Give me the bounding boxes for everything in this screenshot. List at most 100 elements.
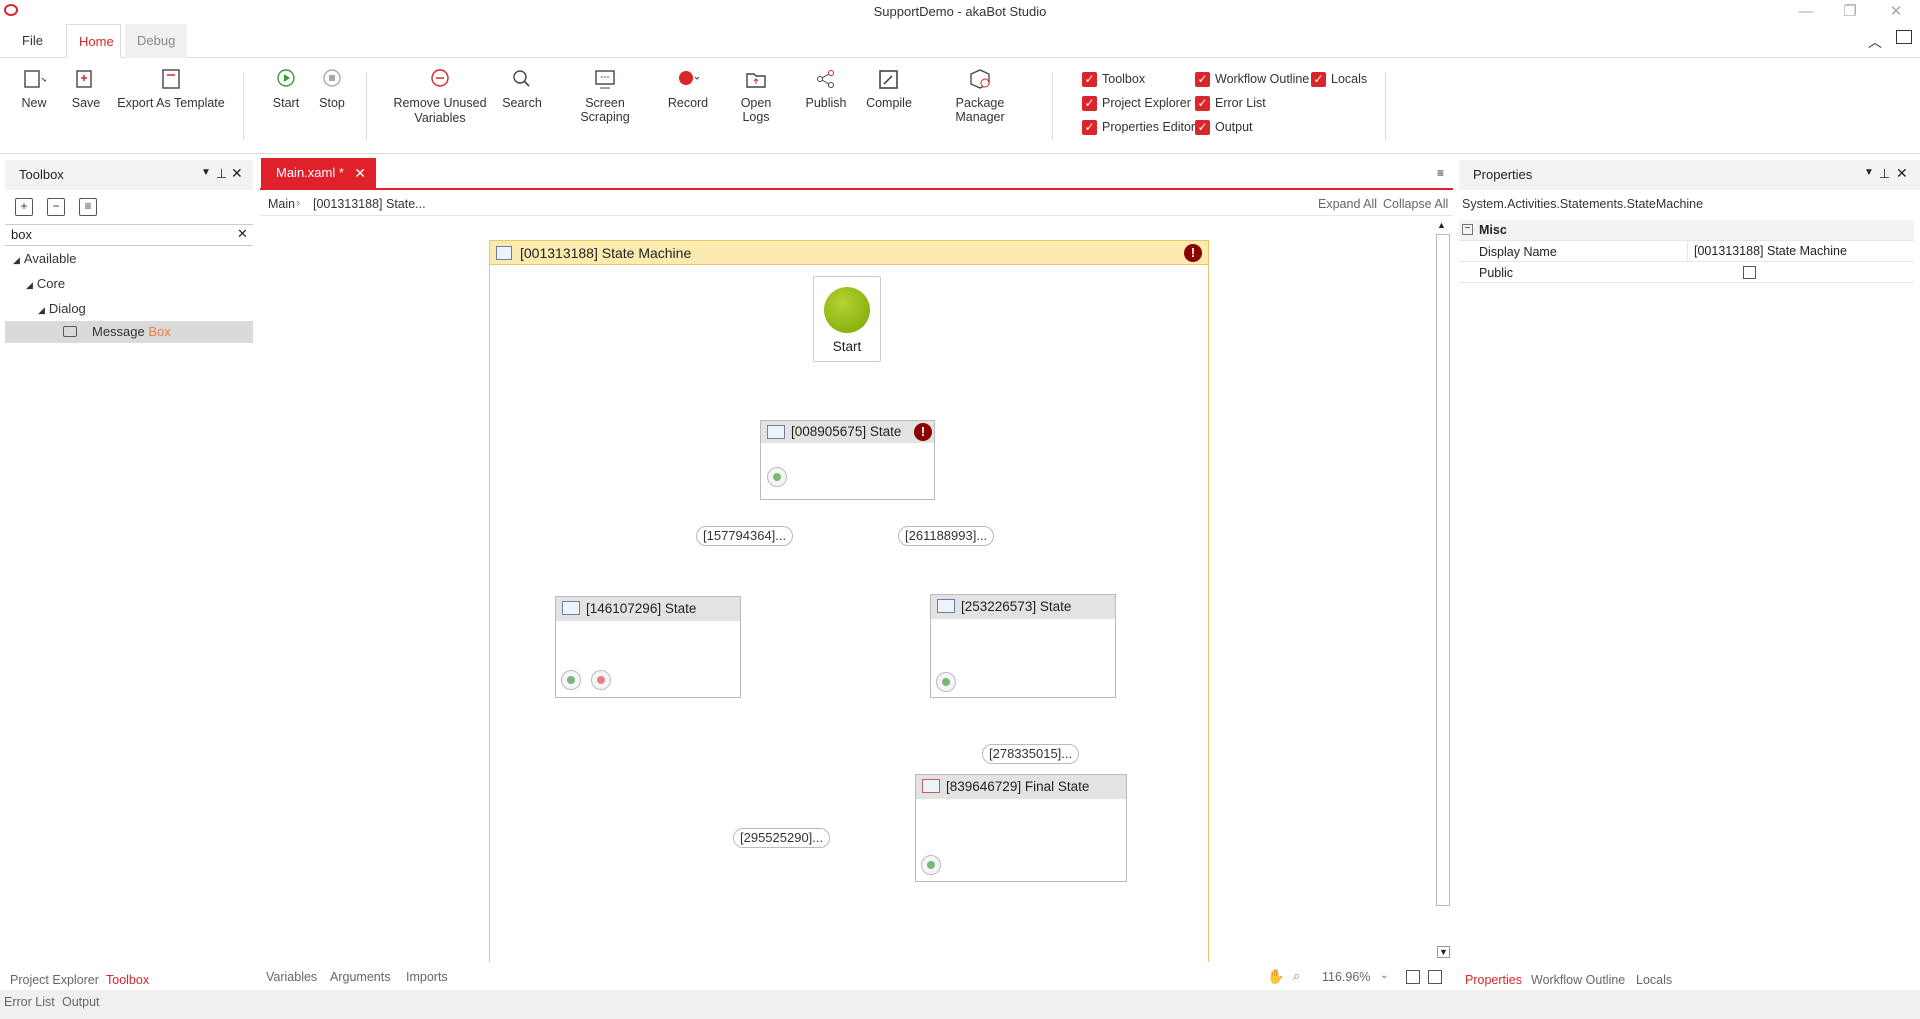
error-icon[interactable]: ! [1184,244,1202,262]
imports-tab[interactable]: Imports [406,970,448,984]
overview-icon[interactable] [1428,970,1442,984]
tab-output[interactable]: Output [62,992,100,1012]
hand-pan-icon[interactable]: ✋ [1267,968,1284,985]
variables-tab[interactable]: Variables [266,970,317,984]
collapse-all-link[interactable]: Collapse All [1383,197,1448,211]
list-view-icon[interactable]: ≡ [79,198,97,216]
checkbox-checked-icon: ✓ [1082,120,1097,135]
zoom-dropdown-icon[interactable]: ⌄ [1380,970,1388,981]
toggle-toolbox[interactable]: ✓ Toolbox [1082,71,1145,89]
tab-debug[interactable]: Debug [125,24,187,58]
arguments-tab[interactable]: Arguments [330,970,390,984]
tab-menu-icon[interactable]: ≡ [1437,166,1444,180]
workflow-canvas[interactable]: [001313188] State Machine ! Start [00890… [262,220,1438,962]
breadcrumb-root[interactable]: Main [268,197,295,211]
close-tab-icon[interactable]: ✕ [354,158,366,188]
close-icon[interactable]: ✕ [231,165,243,182]
record-label: Record [667,96,709,110]
tab-properties[interactable]: Properties [1465,970,1522,990]
stop-label: Stop [319,96,345,110]
close-icon[interactable]: ✕ [1896,165,1908,182]
toggle-output[interactable]: ✓ Output [1195,119,1253,137]
compile-button[interactable]: Compile [864,68,914,110]
tab-main-xaml[interactable]: Main.xaml * ✕ [261,158,376,188]
dropdown-icon[interactable]: ▼ [201,167,211,178]
transition-label[interactable]: [261188993]... [898,526,995,546]
entry-action-icon[interactable] [767,467,787,487]
pin-icon[interactable]: ⊥ [216,166,227,182]
zoom-icon[interactable]: ⌕ [1293,968,1300,984]
tab-project-explorer[interactable]: Project Explorer [10,970,99,990]
toggle-project-explorer[interactable]: ✓ Project Explorer [1082,95,1191,113]
minimize-icon[interactable]: — [1786,2,1826,22]
message-text: Message [92,324,145,339]
close-icon[interactable]: ✕ [1876,2,1916,22]
collapse-icon[interactable]: − [1462,224,1473,235]
package-manager-button[interactable]: Package Manager [930,68,1030,124]
open-logs-button[interactable]: Open Logs [726,68,786,124]
toggle-workflow-outline[interactable]: ✓ Workflow Outline [1195,71,1309,89]
remove-unused-variables-button[interactable]: Remove Unused Variables [392,68,488,126]
state-node-146107296[interactable]: [146107296] State [555,596,741,698]
scroll-down-icon[interactable]: ▼ [1437,946,1450,958]
tab-home[interactable]: Home [66,24,121,58]
state-node-253226573[interactable]: [253226573] State [930,594,1116,698]
collapse-ribbon-icon[interactable]: ︿ [1868,32,1882,52]
message-box-icon [63,326,77,337]
publish-button[interactable]: Publish [802,68,850,110]
tree-label: Dialog [48,301,86,316]
expand-all-link[interactable]: Expand All [1318,197,1377,211]
scroll-thumb[interactable] [1436,234,1450,906]
tree-item-available[interactable]: ◢ Available [13,248,76,270]
state-machine-header[interactable]: [001313188] State Machine ! [490,241,1208,265]
screen-scraping-button[interactable]: Screen Scraping [560,68,650,124]
tab-error-list[interactable]: Error List [4,992,55,1012]
tab-toolbox[interactable]: Toolbox [106,970,149,990]
start-circle-icon [824,287,870,333]
expand-all-icon[interactable]: + [15,198,33,216]
transition-label[interactable]: [295525290]... [733,828,831,848]
export-template-button[interactable]: Export As Template [116,68,226,110]
pin-icon[interactable]: ⊥ [1879,166,1890,182]
save-button[interactable]: Save [68,68,104,110]
toggle-properties-editor[interactable]: ✓ Properties Editor [1082,119,1195,137]
breadcrumb-current[interactable]: [001313188] State... [313,197,426,211]
canvas-scrollbar[interactable]: ▲ ▼ [1436,220,1450,962]
zoom-level[interactable]: 116.96% [1322,970,1370,984]
clear-search-icon[interactable]: ✕ [237,226,248,242]
collapse-all-icon[interactable]: − [47,198,65,216]
dropdown-icon[interactable]: ▼ [1864,167,1874,178]
toolbox-search-input[interactable]: box [5,224,253,246]
comments-icon[interactable] [1896,30,1912,44]
restore-icon[interactable]: ❐ [1830,2,1870,22]
error-icon[interactable]: ! [914,423,932,441]
entry-action-icon[interactable] [921,855,941,875]
transition-label[interactable]: [157794364]... [696,526,794,546]
entry-action-icon[interactable] [936,672,956,692]
tree-item-message-box[interactable]: Message Box [5,321,253,343]
tab-workflow-outline[interactable]: Workflow Outline [1531,970,1625,990]
stop-button[interactable]: Stop [314,68,350,110]
entry-action-icon[interactable] [561,670,581,690]
tab-file[interactable]: File [10,24,55,58]
final-state-node-839646729[interactable]: [839646729] Final State [915,774,1127,882]
toggle-locals[interactable]: ✓ Locals [1311,71,1367,89]
display-name-input[interactable]: [001313188] State Machine [1687,241,1914,261]
start-button[interactable]: Start [268,68,304,110]
fit-to-screen-icon[interactable] [1406,970,1420,984]
new-button[interactable]: New [16,68,52,110]
category-misc[interactable]: − Misc [1459,220,1914,241]
search-button[interactable]: Search [502,68,542,110]
start-node[interactable]: Start [813,276,881,362]
tree-item-core[interactable]: ◢ Core [26,273,65,295]
record-button[interactable]: Record [666,68,710,110]
scroll-up-icon[interactable]: ▲ [1437,220,1446,230]
exit-action-icon[interactable] [591,670,611,690]
public-checkbox[interactable] [1743,266,1756,279]
toggle-error-list[interactable]: ✓ Error List [1195,95,1266,113]
state-node-008905675[interactable]: [008905675] State ! [760,420,935,500]
tree-item-dialog[interactable]: ◢ Dialog [38,298,86,320]
play-icon [274,68,298,90]
transition-label[interactable]: [278335015]... [982,744,1080,764]
tab-locals[interactable]: Locals [1636,970,1672,990]
